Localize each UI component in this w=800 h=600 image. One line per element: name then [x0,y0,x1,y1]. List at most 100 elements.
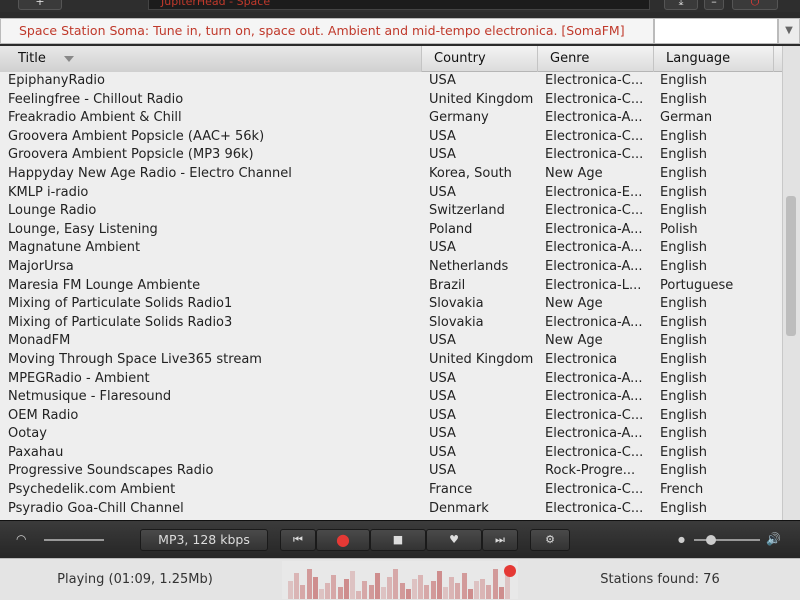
table-row[interactable]: Freakradio Ambient & Chill Germany Electro… [0,109,782,128]
table-cell: Electronica-C... [545,500,644,516]
add-station-button[interactable]: + [18,0,62,10]
window-title: JupiterHead - Space [148,0,650,10]
table-cell: English [660,91,707,107]
visualizer-bar [492,569,498,599]
table-cell: EpiphanyRadio [8,73,105,88]
visualizer-bar [505,575,510,599]
table-row[interactable]: Feelingfree - Chillout Radio United Kingd… [0,91,782,110]
table-cell: Electronica-A... [545,389,643,405]
table-cell: Magnatune Ambient [8,240,141,256]
table-cell: USA [429,128,456,144]
table-cell: USA [429,184,456,200]
table-cell: Electronica-A... [545,426,643,442]
table-cell: USA [429,463,456,479]
table-cell: Electronica-A... [545,258,643,274]
visualizer-bar [498,587,504,599]
table-row[interactable]: Mixing of Particulate Solids Radio3 Slova… [0,314,782,333]
visualizer-bar [399,583,405,599]
table-row[interactable]: Happyday New Age Radio - Electro Channel… [0,165,782,184]
table-row[interactable]: Netmusique - Flaresound USA Electronica-A.… [0,388,782,407]
table-row[interactable]: Moving Through Space Live365 stream Unite… [0,351,782,370]
visualizer-bar [474,581,479,599]
download-button[interactable]: ⤓ [664,0,698,10]
table-cell: English [660,500,707,516]
table-cell: USA [429,240,456,256]
previous-button[interactable]: ⏮ [280,529,316,551]
table-cell: France [429,482,473,498]
search-input[interactable] [654,18,778,44]
table-cell: USA [429,370,456,386]
table-row[interactable]: Groovera Ambient Popsicle (MP3 96k) USA El… [0,146,782,165]
column-language-label: Language [666,51,731,66]
skip-forward-icon: ⏭ [495,533,505,546]
table-row[interactable]: Groovera Ambient Popsicle (AAC+ 56k) USA E… [0,128,782,147]
table-row[interactable]: Ootay USA Electronica-A... English [0,425,782,444]
column-header-genre[interactable]: Genre [538,46,654,72]
table-row[interactable]: Lounge Radio Switzerland Electronica-C... E… [0,202,782,221]
table-row[interactable]: Psychedelik.com Ambient France Electronica… [0,481,782,500]
favorite-button[interactable]: ♥ [426,529,482,551]
visualizer-bar [343,579,349,599]
column-header-country[interactable]: Country [422,46,538,72]
table-cell: Netherlands [429,258,509,274]
record-button[interactable]: ● [316,529,370,551]
power-button[interactable]: ⏻ [732,0,778,10]
next-button[interactable]: ⏭ [482,529,518,551]
vertical-scrollbar[interactable] [782,46,800,520]
table-cell: Electronica [545,351,618,367]
table-cell: Polish [660,221,698,237]
table-cell: Electronica-C... [545,128,644,144]
table-cell: English [660,463,707,479]
table-row[interactable]: Maresia FM Lounge Ambiente Brazil Electron… [0,277,782,296]
settings-button[interactable]: ⚙ [530,529,570,551]
table-cell: Progressive Soundscapes Radio [8,463,214,479]
table-row[interactable]: Paxahau USA Electronica-C... English [0,444,782,463]
station-table: Title Country Genre Language EpiphanyRad… [0,46,782,520]
visualizer-bar [306,569,312,599]
stations-count: Stations found: 76 [600,572,720,587]
table-cell: English [660,165,707,181]
table-cell: MajorUrsa [8,258,74,274]
visualizer-bar [467,589,473,599]
table-row[interactable]: MonadFM USA New Age English [0,332,782,351]
table-row[interactable]: Psyradio Goa-Chill Channel Denmark Electro… [0,500,782,519]
table-cell: KMLP i-radio [8,184,89,200]
skip-back-icon: ⏮ [293,533,303,546]
table-row[interactable]: KMLP i-radio USA Electronica-E... English [0,184,782,203]
table-cell: Poland [429,221,473,237]
stream-level-slider[interactable] [44,539,104,541]
stream-format: MP3, 128 kbps [140,529,268,551]
column-header-title[interactable]: Title [0,46,422,72]
table-cell: Lounge Radio [8,203,97,219]
table-cell: Psyradio Goa-Chill Channel [8,500,184,516]
table-row[interactable]: MPEGRadio - Ambient USA Electronica-A... En… [0,370,782,389]
table-cell: Portuguese [660,277,734,293]
visualizer-bar [325,583,331,599]
table-row[interactable]: EpiphanyRadio USA Electronica-C... English [0,72,782,91]
table-cell: Electronica-A... [545,370,643,386]
stop-button[interactable]: ■ [370,529,426,551]
table-cell: Paxahau [8,444,64,460]
table-cell: English [660,240,707,256]
search-dropdown-button[interactable]: ▼ [778,18,800,44]
table-row[interactable]: MajorUrsa Netherlands Electronica-A... Engl… [0,258,782,277]
table-cell: USA [429,389,456,405]
table-row[interactable]: OEM Radio USA Electronica-C... English [0,407,782,426]
table-cell: USA [429,333,456,349]
volume-knob[interactable] [706,535,716,545]
table-cell: Electronica-C... [545,203,644,219]
table-cell: Electronica-C... [545,147,644,163]
volume-slider[interactable] [694,539,760,541]
scrollbar-thumb[interactable] [786,196,796,336]
table-cell: Brazil [429,277,466,293]
minimize-button[interactable]: – [704,0,724,10]
table-row[interactable]: Mixing of Particulate Solids Radio1 Slova… [0,295,782,314]
column-genre-label: Genre [550,51,590,66]
table-row[interactable]: Magnatune Ambient USA Electronica-A... Engl… [0,239,782,258]
table-row[interactable]: Progressive Soundscapes Radio USA Rock-Pro… [0,462,782,481]
table-cell: United Kingdom [429,91,534,107]
column-header-language[interactable]: Language [654,46,774,72]
table-cell: Netmusique - Flaresound [8,389,172,405]
table-row[interactable]: Lounge, Easy Listening Poland Electronica-… [0,221,782,240]
table-cell: Electronica-C... [545,444,644,460]
